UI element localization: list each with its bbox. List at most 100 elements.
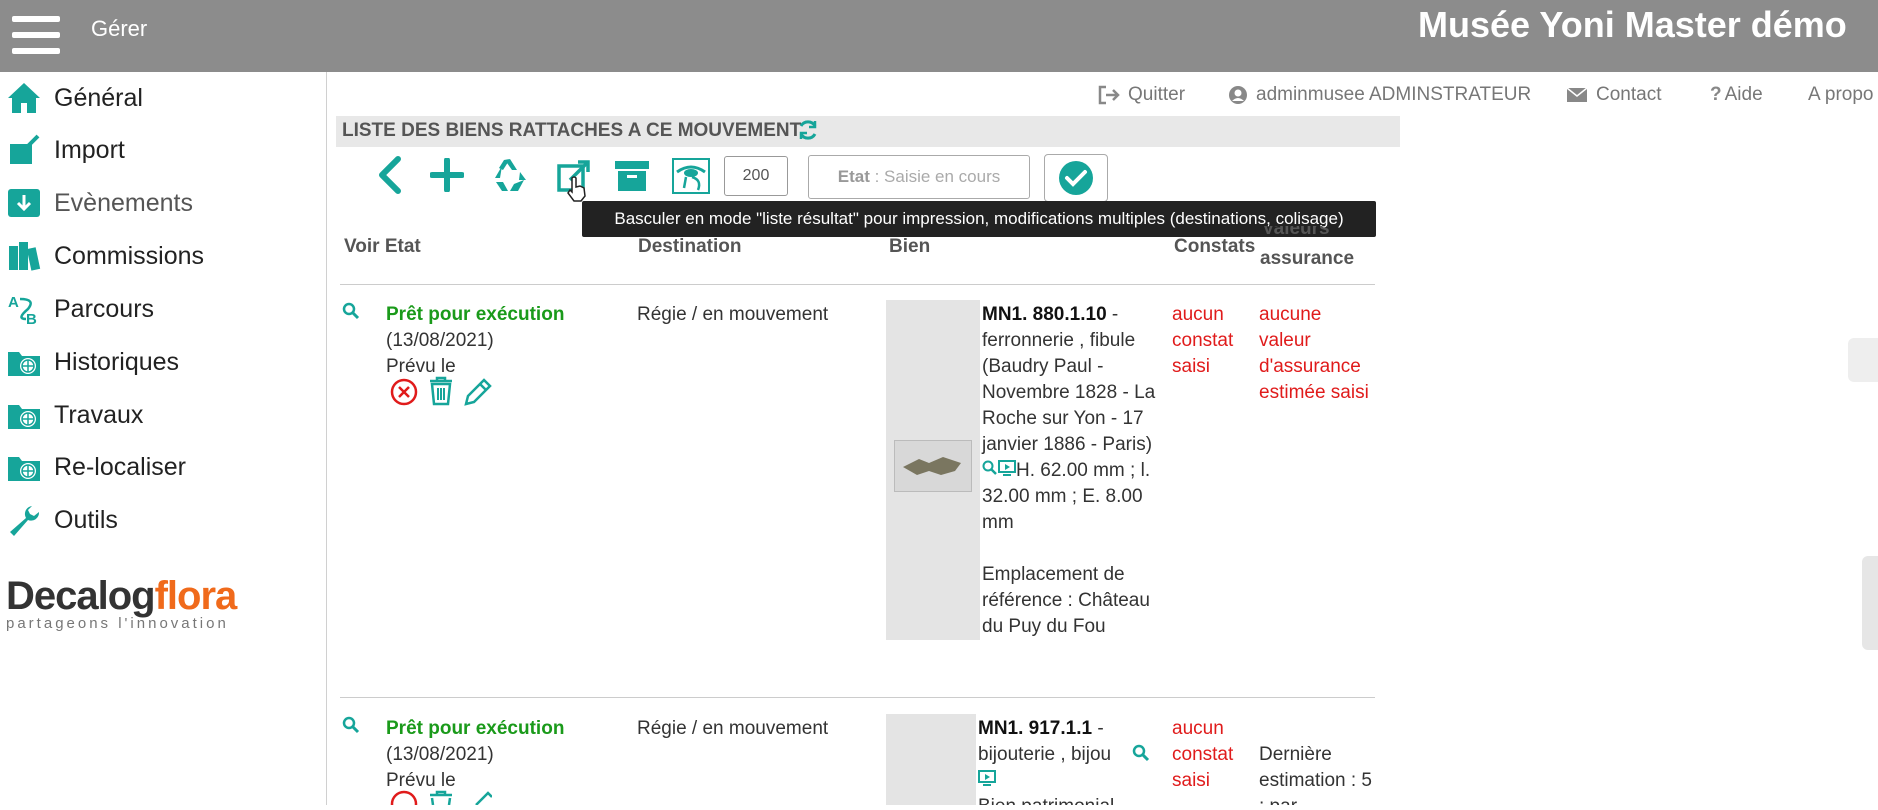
- plus-icon: [429, 157, 465, 193]
- user-label: adminmusee ADMINSTRATEUR: [1256, 84, 1532, 105]
- object-image-frame: [886, 714, 976, 805]
- sidebar: Général Import Evènements Commissions AB…: [0, 72, 327, 805]
- sidebar-item-label: Re-localiser: [54, 452, 186, 481]
- object-thumbnail[interactable]: [894, 440, 972, 492]
- eye-of-horus-icon: [672, 158, 710, 194]
- status-date: (13/08/2021): [386, 330, 494, 351]
- back-button[interactable]: [374, 156, 406, 199]
- media-player-line: [978, 768, 1128, 794]
- hamburger-menu-icon[interactable]: [12, 16, 60, 56]
- column-header-valeurs[interactable]: Valeurs: [1262, 226, 1330, 242]
- contact-link[interactable]: Contact: [1566, 84, 1661, 106]
- page-size-input[interactable]: 200: [724, 156, 788, 196]
- column-header-assurance: assurance: [1260, 248, 1355, 269]
- manage-menu-label[interactable]: Gérer: [91, 16, 147, 42]
- column-header-destination[interactable]: Destination: [638, 236, 741, 258]
- eye-of-horus-button[interactable]: [672, 158, 710, 199]
- archive-button[interactable]: [614, 160, 650, 197]
- recycle-button[interactable]: [490, 156, 530, 199]
- object-image-frame: [886, 300, 980, 640]
- row-2-constat: aucun constat saisi: [1172, 718, 1234, 791]
- trash-icon[interactable]: [428, 376, 454, 411]
- about-label: A propo: [1808, 84, 1874, 105]
- object-id[interactable]: MN1. 917.1.1: [978, 718, 1092, 739]
- etat-filter-input[interactable]: Etat : Saisie en cours: [808, 155, 1030, 199]
- sidebar-item-relocaliser[interactable]: Re-localiser: [6, 447, 186, 487]
- sidebar-item-outils[interactable]: Outils: [6, 500, 118, 540]
- add-button[interactable]: [429, 157, 465, 197]
- column-header-constats[interactable]: Constats: [1174, 236, 1255, 258]
- media-player-icon[interactable]: [998, 458, 1016, 484]
- object-dimensions-2: 32.00 mm ; E. 8.00 mm: [982, 486, 1143, 534]
- view-search-icon[interactable]: [342, 716, 360, 739]
- sidebar-item-label: Travaux: [54, 400, 144, 429]
- object-id-separator: -: [1092, 718, 1104, 739]
- site-title: Musée Yoni Master démo: [1418, 4, 1847, 45]
- svg-text:A: A: [8, 294, 19, 311]
- question-icon: ?: [1710, 84, 1722, 105]
- logo-tagline: partageons l'innovation: [6, 615, 229, 632]
- pencil-icon[interactable]: [462, 378, 492, 413]
- sidebar-item-import[interactable]: Import: [6, 130, 125, 170]
- sidebar-item-label: Commissions: [54, 241, 205, 270]
- planned-label: Prévu le: [386, 770, 456, 791]
- validate-button[interactable]: [1044, 154, 1108, 202]
- zoom-search-icon[interactable]: [982, 458, 998, 484]
- object-dimensions-line: H. 62.00 mm ; l.: [982, 458, 1164, 484]
- etat-value: : Saisie en cours: [869, 167, 1001, 186]
- view-search-icon[interactable]: [342, 302, 360, 325]
- decalog-flora-logo: Decalogflora partageons l'innovation: [6, 574, 238, 632]
- refresh-icon[interactable]: [796, 118, 820, 147]
- recycle-icon: [495, 159, 526, 191]
- cancel-circle-icon[interactable]: [390, 378, 418, 411]
- about-link[interactable]: A propo: [1808, 84, 1874, 106]
- svg-text:B: B: [26, 311, 37, 327]
- user-account-link[interactable]: adminmusee ADMINSTRATEUR: [1228, 84, 1531, 106]
- sidebar-item-label: Outils: [54, 505, 118, 534]
- row-1-bien: MN1. 880.1.10 - ferronnerie , fibule (Ba…: [982, 302, 1164, 640]
- books-icon: [6, 238, 42, 274]
- chevron-left-icon: [379, 156, 401, 194]
- column-header-bien[interactable]: Bien: [889, 236, 930, 258]
- etat-label: Etat: [837, 167, 870, 186]
- object-description: bijouterie , bijou: [978, 744, 1112, 765]
- quit-link[interactable]: Quitter: [1098, 84, 1185, 106]
- media-player-icon[interactable]: [978, 768, 996, 794]
- sidebar-item-evenements[interactable]: Evènements: [6, 183, 193, 223]
- object-location: Emplacement de référence : Château du Pu…: [982, 564, 1150, 638]
- sidebar-item-label: Général: [54, 83, 143, 112]
- cancel-circle-icon[interactable]: [390, 790, 418, 810]
- object-id-separator: -: [1106, 304, 1119, 325]
- object-dimensions-1: H. 62.00 mm ; l.: [1016, 460, 1151, 482]
- sidebar-item-parcours[interactable]: AB Parcours: [6, 289, 154, 329]
- archive-box-icon: [615, 161, 649, 191]
- sidebar-item-travaux[interactable]: Travaux: [6, 395, 143, 435]
- logout-icon: [1098, 85, 1120, 105]
- sidebar-item-general[interactable]: Général: [6, 78, 143, 118]
- zoom-search-icon[interactable]: [1132, 744, 1150, 767]
- pencil-icon[interactable]: [462, 790, 493, 810]
- user-circle-icon: [1228, 85, 1248, 105]
- section-header: LISTE DES BIENS RATTACHES A CE MOUVEMENT: [336, 116, 1400, 147]
- sidebar-item-commissions[interactable]: Commissions: [6, 236, 204, 276]
- row-1-destination: Régie / en mouvement: [637, 304, 829, 325]
- column-header-voir-etat[interactable]: Voir Etat: [344, 236, 421, 258]
- side-panel-tab[interactable]: [1848, 338, 1878, 382]
- check-circle-icon: [1059, 161, 1093, 195]
- sidebar-item-label: Historiques: [54, 347, 180, 376]
- logo-word-flora: flora: [154, 574, 238, 618]
- globe-folder-icon: [6, 397, 42, 433]
- contact-label: Contact: [1596, 84, 1662, 105]
- trash-icon[interactable]: [428, 790, 454, 810]
- side-panel-handle[interactable]: [1862, 556, 1878, 650]
- quit-label: Quitter: [1128, 84, 1186, 105]
- object-description: ferronnerie , fibule (Baudry Paul - Nove…: [982, 330, 1156, 455]
- help-link[interactable]: ? Aide: [1710, 84, 1763, 106]
- table-header-divider: [340, 284, 1375, 285]
- row-divider: [340, 697, 1375, 698]
- planned-label: Prévu le: [386, 356, 456, 377]
- status-label: Prêt pour exécution: [386, 718, 565, 739]
- sidebar-item-label: Parcours: [54, 294, 155, 323]
- object-id[interactable]: MN1. 880.1.10: [982, 304, 1107, 325]
- sidebar-item-historiques[interactable]: Historiques: [6, 342, 179, 382]
